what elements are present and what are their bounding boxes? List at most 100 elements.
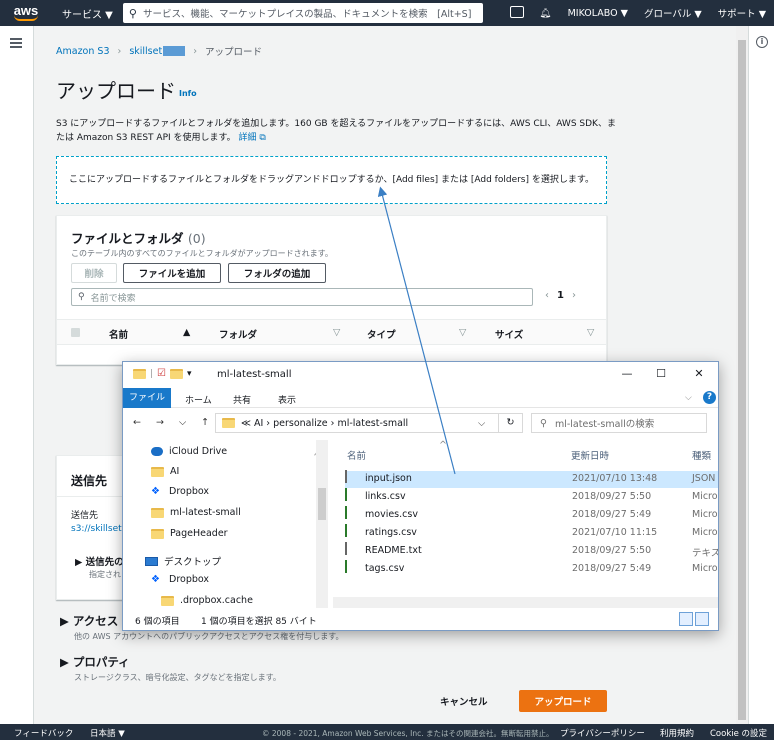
privacy-link[interactable]: プライバシーポリシー	[560, 727, 645, 739]
next-page-icon[interactable]: ›	[572, 290, 576, 301]
aws-logo[interactable]: aws	[0, 0, 52, 26]
new-folder-icon[interactable]	[170, 368, 184, 379]
ribbon-tab-file[interactable]: ファイル	[123, 388, 171, 408]
files-panel: ファイルとフォルダ (0) このテーブル内のすべてのファイルとフォルダがアップロ…	[56, 215, 607, 365]
add-files-button[interactable]: ファイルを追加	[123, 263, 221, 283]
menu-icon[interactable]	[10, 38, 22, 48]
services-menu[interactable]: サービス ▼	[52, 6, 123, 21]
terms-link[interactable]: 利用規約	[660, 727, 694, 739]
col-size[interactable]: サイズ	[495, 327, 523, 341]
nav-item-ml-latest-small[interactable]: ml-latest-small	[151, 507, 241, 518]
details-link[interactable]: 詳細 ⧉	[238, 133, 265, 143]
search-icon: ⚲	[78, 292, 85, 302]
sort-icon[interactable]: ▽	[333, 327, 340, 338]
explorer-nav-pane: iCloud Drive📌︎ AI ❖Dropbox ml-latest-sma…	[123, 440, 329, 608]
cancel-button[interactable]: キャンセル	[440, 694, 488, 708]
item-count: 6 個の項目	[135, 617, 180, 627]
info-link[interactable]: Info	[179, 89, 197, 98]
bell-icon[interactable]: 🔔︎	[532, 8, 560, 19]
sort-icon[interactable]: ▽	[587, 327, 594, 338]
add-folder-button[interactable]: フォルダの追加	[228, 263, 326, 283]
text-file-icon	[345, 542, 347, 555]
ribbon-expand-icon[interactable]: ⌵	[685, 393, 692, 403]
support-menu[interactable]: サポート ▼	[710, 6, 774, 20]
address-path[interactable]: ≪ AI › personalize › ml-latest-small ⌵	[215, 413, 523, 433]
breadcrumb-current: アップロード	[205, 47, 263, 58]
prev-page-icon[interactable]: ‹	[545, 290, 549, 301]
col-type[interactable]: タイプ	[367, 327, 396, 341]
refresh-icon[interactable]: ↻	[498, 413, 523, 433]
feedback-link[interactable]: フィードバック	[14, 727, 73, 739]
file-row[interactable]: README.txt 2018/09/27 5:50 テキス	[345, 542, 718, 560]
breadcrumb-s3[interactable]: Amazon S3	[56, 46, 110, 57]
breadcrumb-bucket[interactable]: skillset	[129, 46, 186, 57]
nav-scrollbar[interactable]	[316, 440, 328, 608]
search-input[interactable]: ⚲ サービス、機能、マーケットプレイスの製品、ドキュメントを検索 [Alt+S]	[122, 3, 483, 23]
pagination: ‹ 1 ›	[545, 290, 576, 301]
explorer-titlebar[interactable]: | ☑ ▾ ml-latest-small — ☐ ✕	[123, 362, 718, 388]
info-icon[interactable]: i	[756, 36, 768, 48]
left-rail	[0, 26, 34, 724]
csv-file-icon	[345, 488, 347, 501]
file-list-hscrollbar[interactable]	[333, 597, 718, 608]
drop-zone[interactable]: ここにアップロードするファイルとフォルダをドラッグアンドドロップするか、[Add…	[56, 156, 607, 204]
close-icon[interactable]: ✕	[689, 367, 709, 380]
sort-icon[interactable]: ▽	[459, 327, 466, 338]
ribbon-tab-share[interactable]: 共有	[233, 393, 251, 406]
col-modified[interactable]: 更新日時	[571, 448, 609, 462]
ribbon-tab-home[interactable]: ホーム	[185, 393, 212, 406]
file-row[interactable]: ratings.csv 2021/07/10 11:15 Micro	[345, 524, 718, 542]
page-scrollbar[interactable]	[736, 26, 748, 724]
path-dropdown-icon[interactable]: ⌵	[478, 418, 485, 429]
view-toggle[interactable]	[679, 612, 711, 626]
dropbox-icon: ❖	[151, 485, 160, 497]
file-row[interactable]: input.json 2021/07/10 13:48 JSON	[345, 470, 718, 488]
explorer-search-input[interactable]: ⚲ ml-latest-smallの検索	[531, 413, 707, 433]
select-all-checkbox[interactable]	[71, 328, 80, 337]
destination-link[interactable]: s3://skillset	[71, 524, 122, 534]
right-rail: i	[748, 26, 774, 724]
sort-asc-icon[interactable]: ▲	[183, 327, 190, 338]
nav-item-icloud[interactable]: iCloud Drive📌︎	[151, 446, 325, 457]
account-menu[interactable]: MIKOLABO ▼	[560, 8, 636, 19]
folder-icon	[151, 466, 164, 477]
destination-details-toggle[interactable]: ▶ 送信先の	[75, 554, 124, 568]
upload-button[interactable]: アップロード	[519, 690, 607, 712]
nav-item-desktop[interactable]: デスクトップ	[145, 554, 221, 568]
region-menu[interactable]: グローバル ▼	[636, 6, 710, 20]
search-icon: ⚲	[540, 417, 547, 429]
col-name[interactable]: 名前	[109, 327, 128, 341]
nav-item-dropbox-2[interactable]: ❖ Dropbox	[151, 574, 209, 585]
properties-section-toggle[interactable]: ▶ プロパティ	[60, 654, 130, 670]
desktop-icon	[145, 556, 158, 566]
language-select[interactable]: 日本語 ▼	[90, 727, 125, 739]
delete-button[interactable]: 削除	[71, 263, 117, 283]
col-name[interactable]: 名前	[347, 448, 366, 462]
nav-item-dropbox-cache[interactable]: .dropbox.cache	[161, 595, 253, 606]
nav-buttons[interactable]: ← → ⌵ ↑	[133, 417, 215, 428]
access-section-toggle[interactable]: ▶ アクセス	[60, 613, 118, 629]
file-row[interactable]: tags.csv 2018/09/27 5:49 Micro	[345, 560, 718, 578]
selection-info: 1 個の項目を選択 85 バイト	[201, 617, 317, 627]
file-row[interactable]: links.csv 2018/09/27 5:50 Micro	[345, 488, 718, 506]
help-icon[interactable]: ?	[703, 391, 716, 404]
cookie-link[interactable]: Cookie の設定	[710, 727, 767, 739]
nav-item-pageheader[interactable]: PageHeader	[151, 528, 228, 539]
folder-icon	[151, 507, 164, 518]
footer: フィードバック 日本語 ▼ © 2008 - 2021, Amazon Web …	[0, 724, 774, 740]
col-folder[interactable]: フォルダ	[219, 327, 257, 341]
col-type[interactable]: 種類	[692, 448, 711, 462]
ribbon-tab-view[interactable]: 表示	[278, 393, 296, 406]
cloudshell-icon[interactable]	[502, 5, 532, 21]
maximize-icon[interactable]: ☐	[651, 367, 671, 380]
filter-input[interactable]: ⚲ 名前で検索	[71, 288, 533, 306]
nav-item-dropbox[interactable]: ❖ Dropbox	[151, 486, 209, 497]
nav-item-ai[interactable]: AI	[151, 466, 179, 477]
quick-access-dropdown-icon[interactable]: ▾	[187, 369, 192, 379]
file-row[interactable]: movies.csv 2018/09/27 5:49 Micro	[345, 506, 718, 524]
minimize-icon[interactable]: —	[617, 367, 637, 380]
csv-file-icon	[345, 506, 347, 519]
csv-file-icon	[345, 560, 347, 573]
file-explorer-window[interactable]: | ☑ ▾ ml-latest-small — ☐ ✕ ファイル ホーム 共有 …	[122, 361, 719, 631]
properties-icon[interactable]: ☑	[157, 368, 166, 379]
